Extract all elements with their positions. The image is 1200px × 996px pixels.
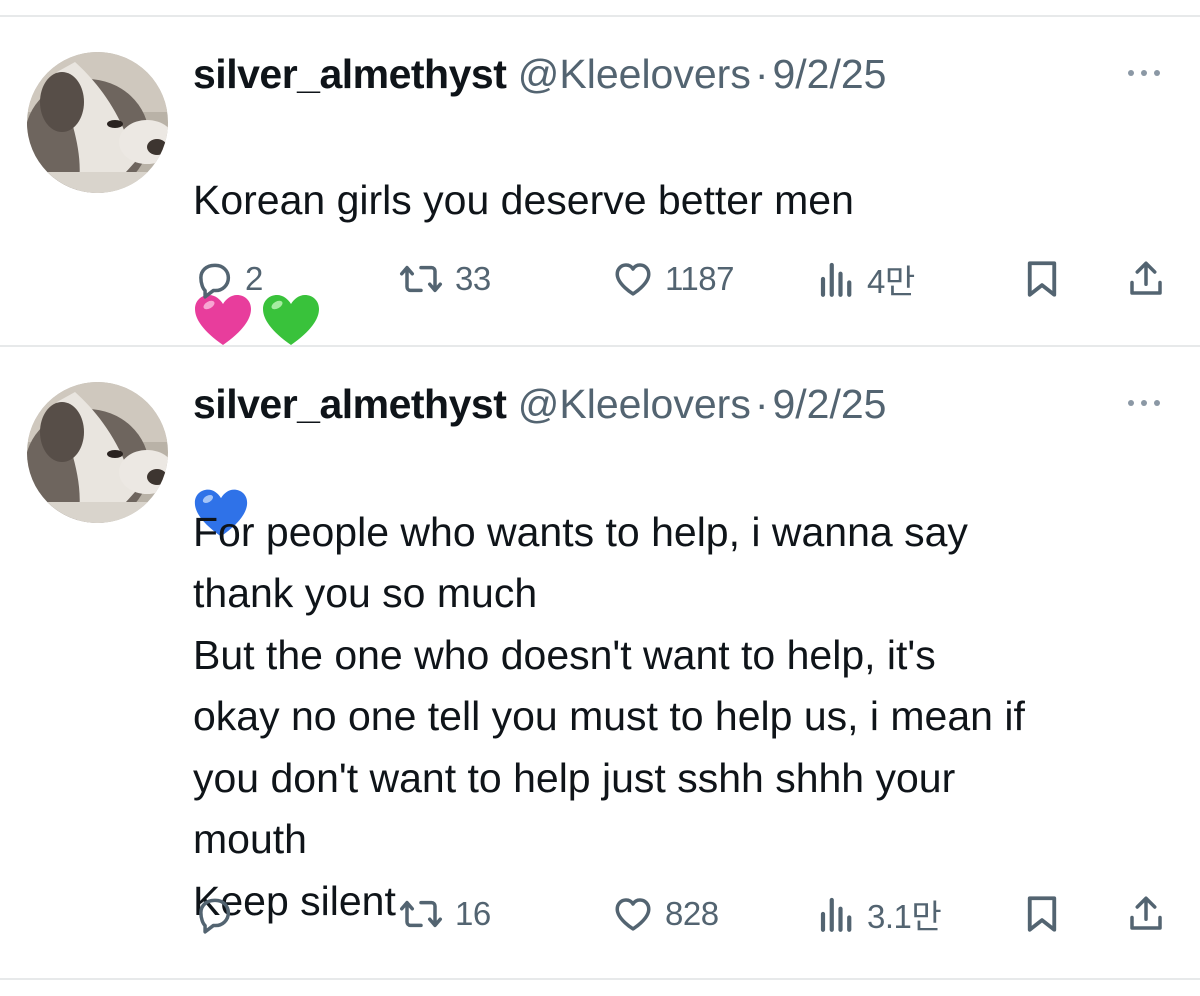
like-icon xyxy=(615,898,651,931)
like-button[interactable]: 828 xyxy=(611,889,719,939)
separator-dot: · xyxy=(754,51,769,97)
tweet-2[interactable]: silver_almethyst @Kleelovers·9/2/25 For … xyxy=(0,347,1200,977)
bookmark-icon xyxy=(1027,896,1057,932)
repost-icon xyxy=(400,265,442,293)
dog-avatar-image xyxy=(27,52,168,193)
reply-button[interactable]: 2 xyxy=(193,254,263,304)
bookmark-button[interactable] xyxy=(1024,254,1060,304)
dog-avatar-image xyxy=(27,382,168,523)
views-icon xyxy=(820,897,852,932)
more-icon-dot xyxy=(1154,400,1160,406)
views-count: 4만 xyxy=(867,263,915,300)
repost-count: 33 xyxy=(455,260,491,297)
avatar[interactable] xyxy=(27,382,168,523)
timestamp[interactable]: 9/2/25 xyxy=(772,381,886,427)
more-icon-dot xyxy=(1141,70,1147,76)
more-options-button[interactable] xyxy=(1120,63,1170,83)
bottom-divider xyxy=(0,978,1200,980)
tweet-header: silver_almethyst @Kleelovers·9/2/25 xyxy=(193,49,886,99)
like-count: 1187 xyxy=(665,260,734,297)
like-count: 828 xyxy=(665,895,719,932)
reply-button[interactable] xyxy=(193,889,245,939)
bookmark-button[interactable] xyxy=(1024,889,1060,939)
tweet-text-content: For people who wants to help, i wanna sa… xyxy=(193,508,1025,924)
tweet-actions: 16 828 3.1만 xyxy=(0,889,1200,939)
tweet-actions: 2 33 1187 4만 xyxy=(0,254,1200,304)
share-icon xyxy=(1130,261,1162,295)
avatar[interactable] xyxy=(27,52,168,193)
repost-count: 16 xyxy=(455,895,491,932)
views-button[interactable]: 3.1만 xyxy=(817,889,942,939)
tweet-header: silver_almethyst @Kleelovers·9/2/25 xyxy=(193,379,886,429)
more-icon xyxy=(1128,400,1134,406)
more-icon xyxy=(1128,70,1134,76)
repost-button[interactable]: 16 xyxy=(397,889,491,939)
user-handle[interactable]: @Kleelovers xyxy=(518,51,751,97)
tweet-1[interactable]: silver_almethyst @Kleelovers·9/2/25 Kore… xyxy=(0,17,1200,537)
display-name[interactable]: silver_almethyst xyxy=(193,381,507,427)
separator-dot: · xyxy=(754,381,769,427)
reply-icon xyxy=(199,898,231,934)
tweet-text: For people who wants to help, i wanna sa… xyxy=(193,440,1183,932)
repost-icon xyxy=(400,900,442,928)
share-icon xyxy=(1130,896,1162,930)
like-button[interactable]: 1187 xyxy=(611,254,734,304)
like-icon xyxy=(615,263,651,296)
more-options-button[interactable] xyxy=(1120,393,1170,413)
repost-button[interactable]: 33 xyxy=(397,254,491,304)
reply-icon xyxy=(199,263,231,299)
views-count: 3.1만 xyxy=(867,898,942,935)
user-handle[interactable]: @Kleelovers xyxy=(518,381,751,427)
views-button[interactable]: 4만 xyxy=(817,254,915,304)
tweet-text-content: Korean girls you deserve better men xyxy=(193,176,854,223)
views-icon xyxy=(820,262,852,297)
reply-count: 2 xyxy=(245,260,263,297)
more-icon-dot xyxy=(1154,70,1160,76)
display-name[interactable]: silver_almethyst xyxy=(193,51,507,97)
timestamp[interactable]: 9/2/25 xyxy=(772,51,886,97)
share-button[interactable] xyxy=(1125,889,1167,939)
share-button[interactable] xyxy=(1125,254,1167,304)
more-icon-dot xyxy=(1141,400,1147,406)
bookmark-icon xyxy=(1027,261,1057,297)
